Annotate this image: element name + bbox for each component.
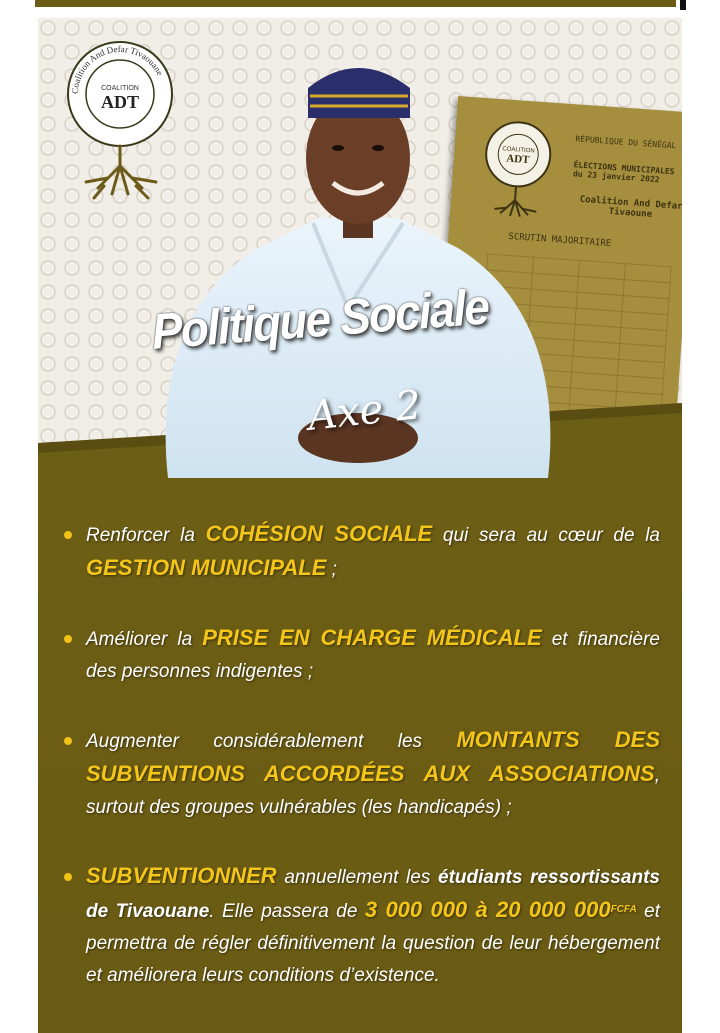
list-item: Améliorer la PRISE EN CHARGE MÉDICALE et…	[60, 622, 660, 688]
bullet-list: Renforcer la COHÉSION SOCIALE qui sera a…	[60, 518, 660, 1028]
logo-small-text: COALITION	[101, 85, 139, 92]
bullet-icon	[64, 531, 72, 539]
logo-big-text: ADT	[101, 92, 139, 112]
ballot-elections: ÉLECTIONS MUNICIPALES du 23 janvier 2022	[572, 160, 675, 185]
list-item: Renforcer la COHÉSION SOCIALE qui sera a…	[60, 518, 660, 586]
bullet-icon	[64, 635, 72, 643]
campaign-poster: COALITION ADT RÉPUBLIQUE DU SÉNÉGAL ÉLEC…	[38, 18, 682, 1033]
bullet-icon	[64, 873, 72, 881]
ballot-coalition: Coalition And Defar Tivaoune	[579, 194, 682, 220]
ballot-header: RÉPUBLIQUE DU SÉNÉGAL	[575, 134, 677, 151]
top-bar	[35, 0, 676, 7]
top-bar-edge	[680, 0, 686, 10]
list-item: SUBVENTIONNER annuellement les étudiants…	[60, 860, 660, 992]
bullet-icon	[64, 737, 72, 745]
list-item: Augmenter considérablement les MONTANTS …	[60, 724, 660, 824]
